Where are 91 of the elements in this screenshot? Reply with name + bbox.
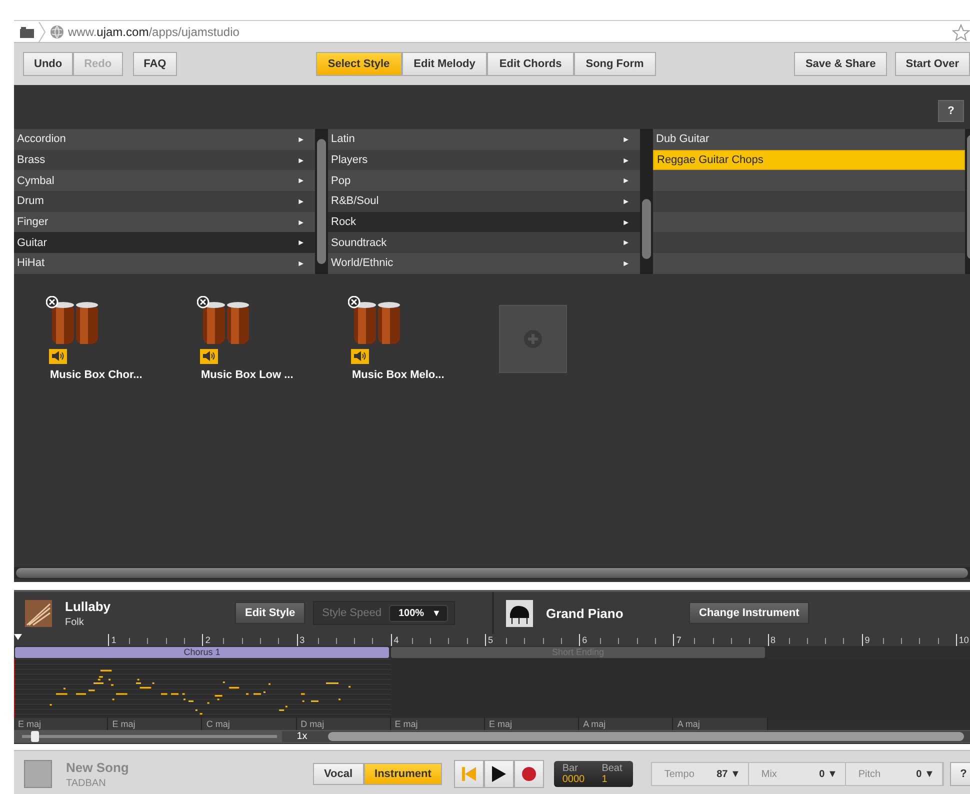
chord-label: C maj (202, 718, 297, 730)
list-item[interactable]: Drum ► (14, 191, 315, 212)
chord-label: D maj (296, 718, 391, 730)
instrument-name: Music Box Melo... (351, 368, 444, 381)
list-item[interactable]: R&B/Soul ► (328, 191, 640, 212)
list-item[interactable]: Pop ► (328, 170, 640, 192)
chord-label: A maj (673, 718, 768, 730)
bar-label: Bar (562, 763, 579, 774)
toolbar-button[interactable]: Start Over (894, 52, 970, 76)
play-button[interactable] (484, 760, 514, 788)
bar-number: 7 (675, 634, 682, 646)
plus-icon (524, 330, 542, 348)
edit-style-button[interactable]: Edit Style (235, 602, 306, 624)
scrollbar[interactable] (640, 129, 653, 274)
help-button[interactable]: ? (950, 762, 970, 786)
style-thumbnail-icon (25, 600, 52, 626)
star-icon (952, 24, 970, 40)
skip-to-start-icon (462, 767, 476, 781)
globe-icon (50, 25, 64, 39)
chord-label: E maj (390, 718, 485, 730)
record-button[interactable] (514, 760, 544, 788)
zoom-label: 1x (282, 731, 322, 742)
bar-number: 6 (581, 634, 588, 646)
list-item[interactable]: Cymbal ► (14, 170, 315, 192)
chord-label: E maj (108, 718, 202, 730)
list-item[interactable]: Latin ► (328, 129, 640, 150)
toolbar-button[interactable]: FAQ (132, 52, 178, 76)
chord-label: A maj (579, 718, 674, 730)
bar-number: 8 (770, 634, 777, 646)
list-item[interactable]: HiHat ► (14, 253, 315, 274)
speaker-button[interactable] (49, 348, 67, 364)
mode-toggle[interactable]: Vocal (313, 763, 364, 785)
song-section-block[interactable]: Chorus 1 (15, 647, 389, 658)
bar-number: 1 (110, 634, 118, 646)
mode-tab[interactable]: Select Style (316, 52, 402, 76)
instrument-name: Grand Piano (546, 606, 624, 620)
style-speed-label: Style Speed (322, 607, 382, 619)
bar-number: 9 (864, 634, 871, 646)
scrollbar[interactable] (14, 567, 970, 579)
control-dropdown[interactable]: Mix 0 ▼ (749, 763, 846, 785)
url-text: www.ujam.com/apps/ujamstudio (68, 25, 240, 39)
list-item[interactable]: Accordion ► (14, 129, 315, 150)
bar-number: 3 (298, 634, 306, 646)
style-genre: Folk (65, 616, 85, 628)
speaker-button[interactable] (200, 348, 218, 364)
list-item[interactable]: Soundtrack ► (328, 232, 640, 254)
instrument-name: Music Box Low ... (200, 368, 294, 381)
scrollbar[interactable] (315, 129, 328, 274)
speaker-icon (354, 351, 366, 362)
play-icon (492, 766, 506, 782)
list-item[interactable]: World/Ethnic ► (328, 253, 640, 274)
list-item[interactable]: Dub Guitar (653, 129, 965, 150)
record-icon (522, 767, 536, 781)
beat-value: 1 (602, 774, 608, 785)
help-button[interactable]: ? (938, 100, 964, 122)
bar-number: 2 (204, 634, 212, 646)
mode-tab[interactable]: Edit Melody (402, 52, 488, 76)
scrollbar[interactable] (322, 731, 970, 742)
address-bar[interactable]: www.ujam.com/apps/ujamstudio (14, 20, 970, 43)
list-item[interactable]: Reggae Guitar Chops (653, 150, 965, 170)
list-item[interactable]: Players ► (328, 150, 640, 170)
list-item[interactable]: Finger ► (14, 212, 315, 232)
mode-tab[interactable]: Edit Chords (487, 52, 574, 76)
scrollbar[interactable] (965, 129, 970, 274)
list-item[interactable]: Rock ► (328, 212, 640, 232)
change-instrument-button[interactable]: Change Instrument (689, 602, 810, 624)
list-item[interactable]: Brass ► (14, 150, 315, 170)
song-title: New Song (66, 760, 130, 774)
control-dropdown[interactable]: Pitch 0 ▼ (846, 763, 944, 785)
bar-value: 0000 (562, 774, 586, 785)
beat-label: Beat (602, 763, 624, 774)
style-name: Lullaby (65, 598, 112, 614)
speaker-icon (203, 351, 215, 362)
toolbar-button[interactable]: Save & Share (794, 52, 887, 76)
mode-tab[interactable]: Song Form (574, 52, 656, 76)
instrument-name: Music Box Chor... (49, 368, 142, 381)
toolbar-button[interactable]: Undo (23, 52, 74, 76)
bar-number: 10 (958, 634, 970, 646)
list-item[interactable]: Guitar ► (14, 232, 315, 254)
chord-label: E maj (14, 718, 108, 730)
chord-label: E maj (484, 718, 580, 730)
bar-number: 5 (486, 634, 494, 646)
speaker-icon (52, 351, 64, 362)
song-artist: TADBAN (66, 778, 107, 788)
speed-dropdown[interactable]: 100% ▼ (389, 604, 448, 622)
control-dropdown[interactable]: Tempo 87 ▼ (652, 763, 750, 785)
speaker-button[interactable] (351, 348, 369, 364)
song-artwork-placeholder (24, 760, 52, 788)
piano-icon (506, 600, 533, 626)
mode-toggle[interactable]: Instrument (364, 763, 442, 785)
bar-number: 4 (392, 634, 400, 646)
